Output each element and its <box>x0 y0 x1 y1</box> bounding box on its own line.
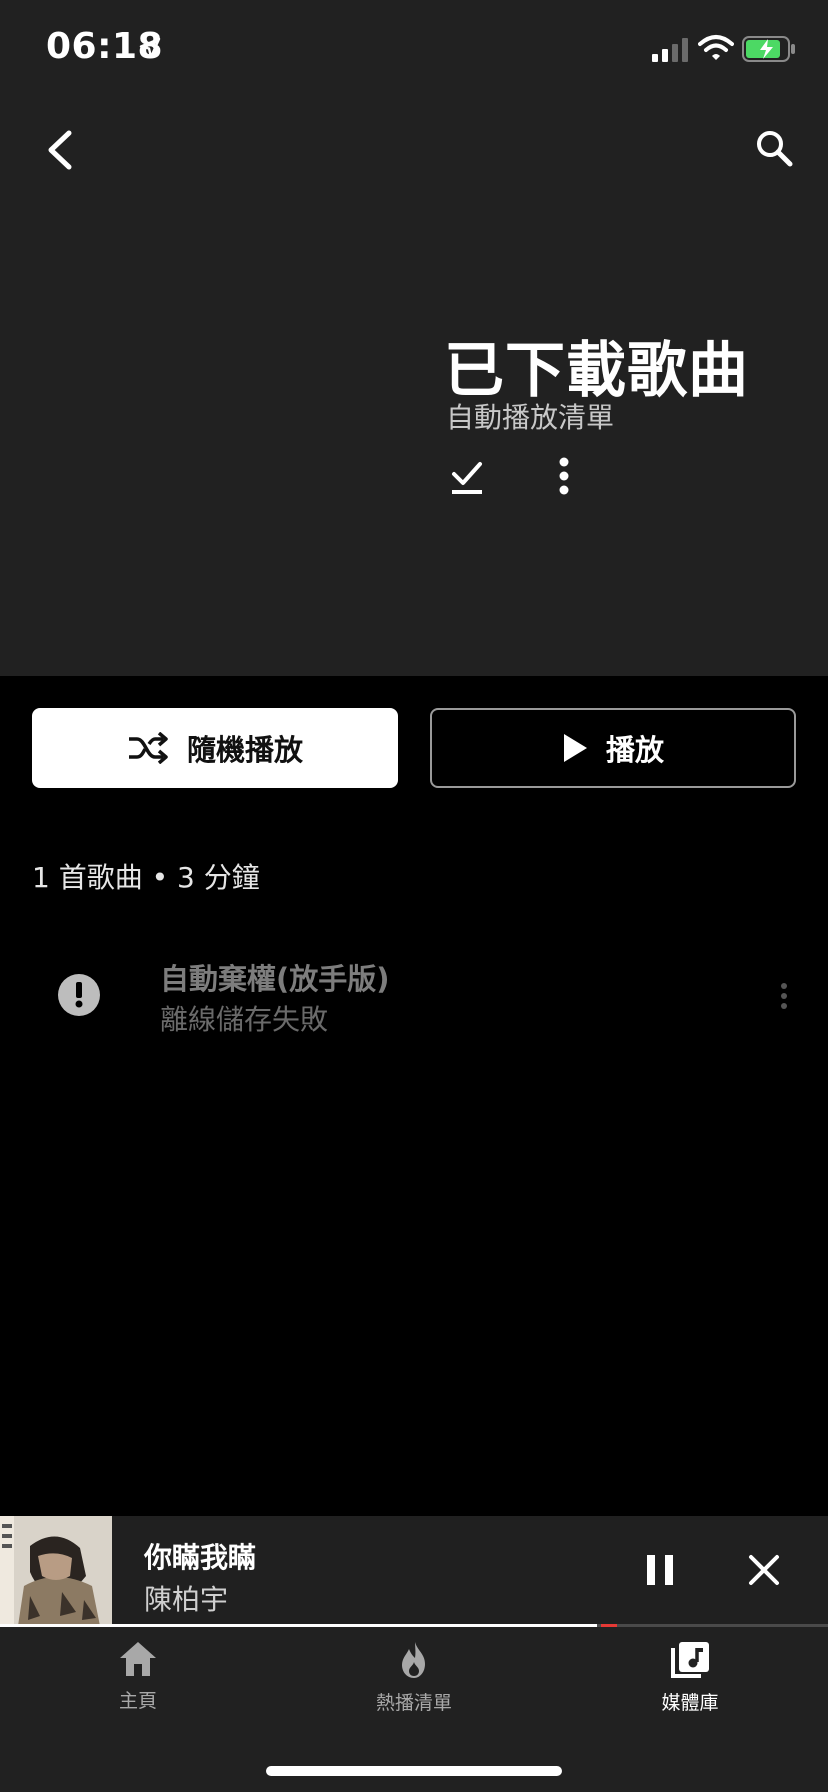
pause-button[interactable] <box>636 1544 684 1596</box>
song-row[interactable] <box>0 934 828 1054</box>
shuffle-icon <box>128 732 168 764</box>
nav-item-home[interactable]: 主頁 <box>48 1640 228 1720</box>
play-button[interactable]: 播放 <box>430 708 796 788</box>
playlist-more-button[interactable] <box>548 454 580 498</box>
home-indicator <box>266 1766 562 1776</box>
more-vert-icon <box>781 983 787 1009</box>
flame-icon <box>402 1642 425 1678</box>
nav-label-library: 媒體庫 <box>661 1692 719 1714</box>
song-more-button[interactable] <box>770 976 798 1016</box>
song-title: 自動棄權(放手版) <box>160 962 390 996</box>
search-icon <box>757 131 793 167</box>
play-icon <box>563 734 587 762</box>
chevron-left-icon <box>48 130 72 170</box>
album-art <box>0 1516 112 1626</box>
more-vert-icon <box>559 457 569 495</box>
close-player-button[interactable] <box>738 1544 790 1596</box>
shuffle-button[interactable]: 隨機播放 <box>32 708 398 788</box>
now-playing-artist: 陳柏宇 <box>144 1583 229 1616</box>
song-status: 離線儲存失敗 <box>160 1003 329 1036</box>
nav-item-trending[interactable]: 熱播清單 <box>324 1640 504 1720</box>
playlist-subtitle: 自動播放清單 <box>446 401 615 434</box>
song-count-duration: 1 首歌曲 • 3 分鐘 <box>32 861 260 894</box>
downloaded-check-icon[interactable] <box>446 454 490 498</box>
nav-label-home: 主頁 <box>118 1690 157 1712</box>
close-icon <box>749 1555 779 1585</box>
search-button[interactable] <box>744 118 804 178</box>
location-arrow-icon <box>139 37 161 59</box>
cellular-signal-icon <box>652 38 688 62</box>
library-music-icon <box>671 1642 709 1678</box>
wifi-icon <box>698 35 734 60</box>
play-label: 播放 <box>605 733 664 767</box>
mini-player[interactable] <box>0 1516 828 1626</box>
battery-charging-icon <box>742 36 795 62</box>
home-icon <box>120 1642 156 1676</box>
pause-icon <box>647 1555 673 1585</box>
shuffle-label: 隨機播放 <box>186 733 303 767</box>
nav-item-library[interactable]: 媒體庫 <box>600 1640 780 1720</box>
now-playing-title: 你瞞我瞞 <box>144 1541 257 1574</box>
back-button[interactable] <box>30 120 90 180</box>
nav-label-trending: 熱播清單 <box>375 1692 452 1714</box>
error-icon <box>58 974 100 1016</box>
